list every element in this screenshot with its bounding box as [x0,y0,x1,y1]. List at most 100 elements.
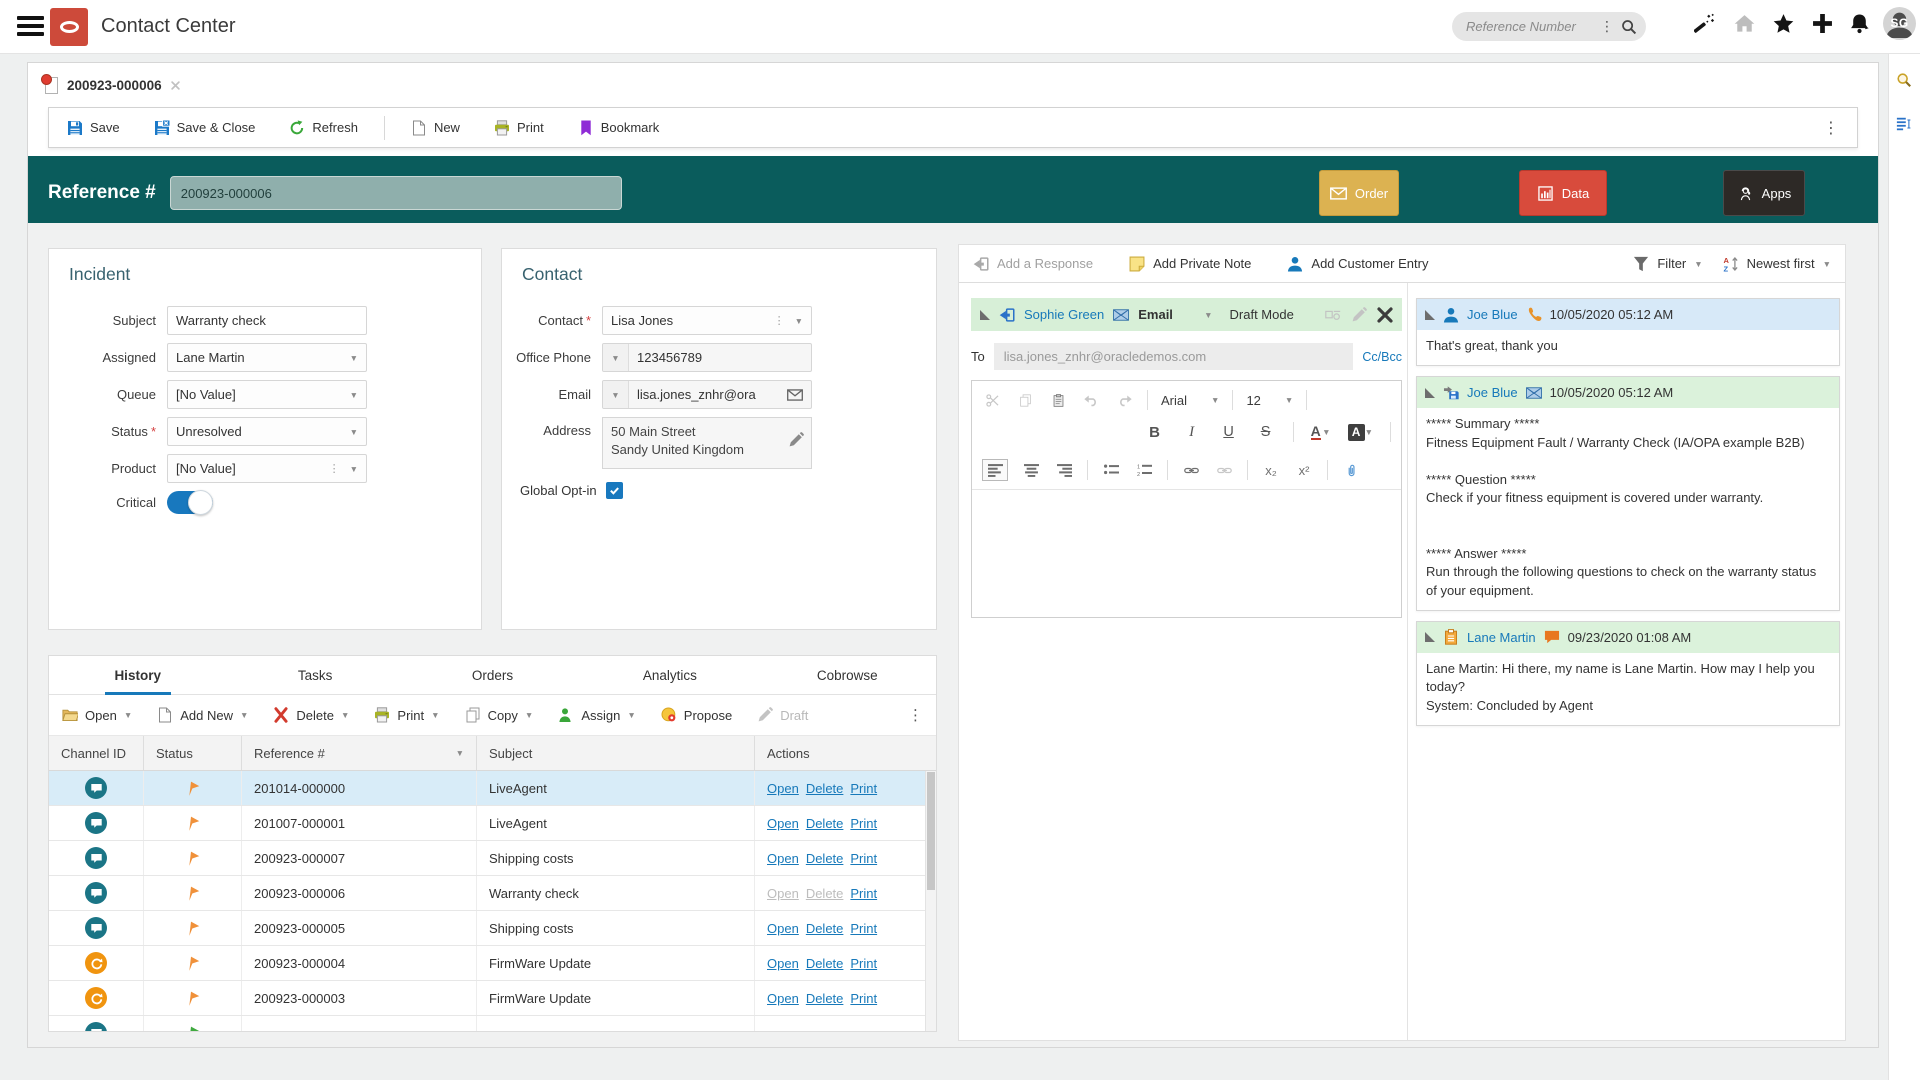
save-button[interactable]: Save [67,120,120,136]
tab-orders[interactable]: Orders [404,656,581,694]
message-author[interactable]: Lane Martin [1467,630,1536,645]
table-row[interactable]: 200923-000004FirmWare UpdateOpenDeletePr… [49,946,936,981]
filter-button[interactable]: Filter▼ [1633,256,1702,272]
apps-button[interactable]: Apps [1723,170,1805,216]
ribbon-overflow-kebab-icon[interactable]: ⋮ [1823,118,1839,138]
table-scrollbar[interactable] [925,771,936,1031]
refresh-button[interactable]: Refresh [289,120,358,136]
table-row[interactable]: 200923-000005Shipping costsOpenDeletePri… [49,911,936,946]
home-icon[interactable] [1734,13,1756,35]
add-customer-entry-button[interactable]: Add Customer Entry [1287,256,1428,272]
collapse-triangle-icon[interactable] [980,310,990,320]
table-row[interactable]: 201007-000001LiveAgentOpenDeletePrint [49,806,936,841]
history-overflow-kebab-icon[interactable]: ⋮ [908,706,923,724]
bookmark-button[interactable]: Bookmark [578,120,660,136]
tab-history[interactable]: History [49,656,226,694]
row-action-delete[interactable]: Delete [806,991,844,1006]
column-channel-id[interactable]: Channel ID [49,736,144,770]
email-field[interactable]: ▼lisa.jones_znhr@ora [602,380,812,409]
table-row[interactable]: 201014-000000LiveAgentOpenDeletePrint [49,771,936,806]
workspace-tab[interactable]: 200923-000006 [67,78,162,93]
order-button[interactable]: Order [1319,170,1399,216]
bold-icon[interactable]: B [1145,421,1165,443]
edit-address-pencil-icon[interactable] [788,432,804,448]
row-action-delete[interactable]: Delete [806,816,844,831]
email-envelope-icon[interactable] [787,387,803,403]
hamburger-menu-icon[interactable] [17,16,44,36]
column-subject[interactable]: Subject [477,736,755,770]
global-search[interactable]: ⋮ [1452,12,1646,41]
compose-body-area[interactable] [972,489,1401,617]
font-family-select[interactable]: Arial▼ [1161,393,1219,408]
search-options-kebab-icon[interactable]: ⋮ [1600,18,1614,35]
product-kebab-icon[interactable]: ⋮ [329,462,340,475]
row-action-open[interactable]: Open [767,851,799,866]
scrollbar-thumb[interactable] [927,772,935,890]
numbered-list-icon[interactable]: 12 [1134,459,1154,481]
tab-close-icon[interactable] [171,81,180,90]
office-phone-field[interactable]: ▼123456789 [602,343,812,372]
row-action-open[interactable]: Open [767,921,799,936]
user-avatar[interactable]: SG [1883,7,1916,40]
font-size-select[interactable]: 12▼ [1246,393,1293,408]
tab-cobrowse[interactable]: Cobrowse [759,656,936,694]
data-button[interactable]: Data [1519,170,1607,216]
address-field[interactable]: 50 Main Street Sandy United Kingdom [602,417,812,469]
add-private-note-button[interactable]: Add Private Note [1129,256,1251,272]
collapse-triangle-icon[interactable] [1425,310,1435,320]
add-plus-icon[interactable] [1812,13,1834,35]
message-author[interactable]: Joe Blue [1467,385,1518,400]
row-action-delete[interactable]: Delete [806,956,844,971]
message-header[interactable]: Lane Martin09/23/2020 01:08 AM [1417,622,1839,653]
table-row[interactable]: 200923-000003FirmWare UpdateOpenDeletePr… [49,981,936,1016]
history-copy-button[interactable]: Copy▼ [465,707,534,723]
column-status[interactable]: Status [144,736,242,770]
row-action-print[interactable]: Print [850,816,877,831]
phone-type-dropdown-icon[interactable]: ▼ [603,344,629,371]
row-action-print[interactable]: Print [850,991,877,1006]
history-assign-button[interactable]: Assign▼ [558,707,635,723]
discard-draft-icon[interactable] [1377,307,1393,323]
superscript-icon[interactable]: x² [1294,459,1314,481]
tab-tasks[interactable]: Tasks [226,656,403,694]
email-type-dropdown-icon[interactable]: ▼ [603,381,629,408]
align-right-icon[interactable] [1054,459,1074,481]
text-color-icon[interactable]: A▼ [1311,421,1331,443]
italic-icon[interactable]: I [1182,421,1202,443]
assigned-dropdown[interactable]: Lane Martin▼ [167,343,367,372]
column-reference[interactable]: Reference #▼ [242,736,477,770]
reference-number-input[interactable] [170,176,622,210]
row-action-print[interactable]: Print [850,886,877,901]
contact-dropdown[interactable]: Lisa Jones⋮▼ [602,306,812,335]
row-action-open[interactable]: Open [767,886,799,901]
message-header[interactable]: Joe Blue10/05/2020 05:12 AM [1417,299,1839,330]
message-header[interactable]: Joe Blue10/05/2020 05:12 AM [1417,377,1839,408]
side-search-icon[interactable] [1896,72,1912,88]
critical-toggle[interactable] [167,491,213,514]
wand-icon[interactable] [1694,13,1716,35]
chevron-down-icon[interactable]: ▼ [1204,310,1212,320]
row-action-delete[interactable]: Delete [806,851,844,866]
global-optin-checkbox[interactable] [606,482,623,499]
queue-dropdown[interactable]: [No Value]▼ [167,380,367,409]
draft-author[interactable]: Sophie Green [1024,307,1104,322]
channel-dropdown[interactable]: Email [1138,307,1173,322]
to-input[interactable] [994,343,1354,370]
table-row[interactable]: 200923-000006Warranty checkOpenDeletePri… [49,876,936,911]
row-action-open[interactable]: Open [767,816,799,831]
insert-link-icon[interactable] [1181,459,1201,481]
collapse-triangle-icon[interactable] [1425,388,1435,398]
subject-field[interactable] [167,306,367,335]
row-action-print[interactable]: Print [850,851,877,866]
highlight-color-icon[interactable]: A▼ [1348,421,1373,443]
ccbcc-link[interactable]: Cc/Bcc [1362,350,1402,364]
row-action-delete[interactable]: Delete [806,921,844,936]
side-notes-panel-icon[interactable] [1896,116,1912,132]
underline-icon[interactable]: U [1219,421,1239,443]
bullet-list-icon[interactable] [1101,459,1121,481]
tab-analytics[interactable]: Analytics [581,656,758,694]
attachment-paperclip-icon[interactable] [1341,459,1361,481]
product-dropdown[interactable]: [No Value]⋮▼ [167,454,367,483]
contact-kebab-icon[interactable]: ⋮ [774,314,785,327]
history-propose-button[interactable]: Propose [661,707,732,723]
